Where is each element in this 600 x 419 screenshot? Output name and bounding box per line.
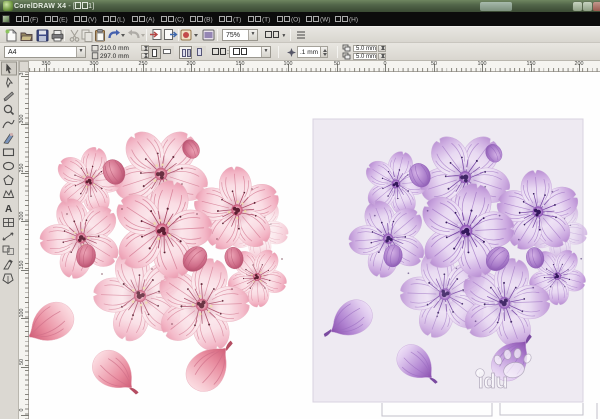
svg-text:A: A (5, 204, 12, 215)
